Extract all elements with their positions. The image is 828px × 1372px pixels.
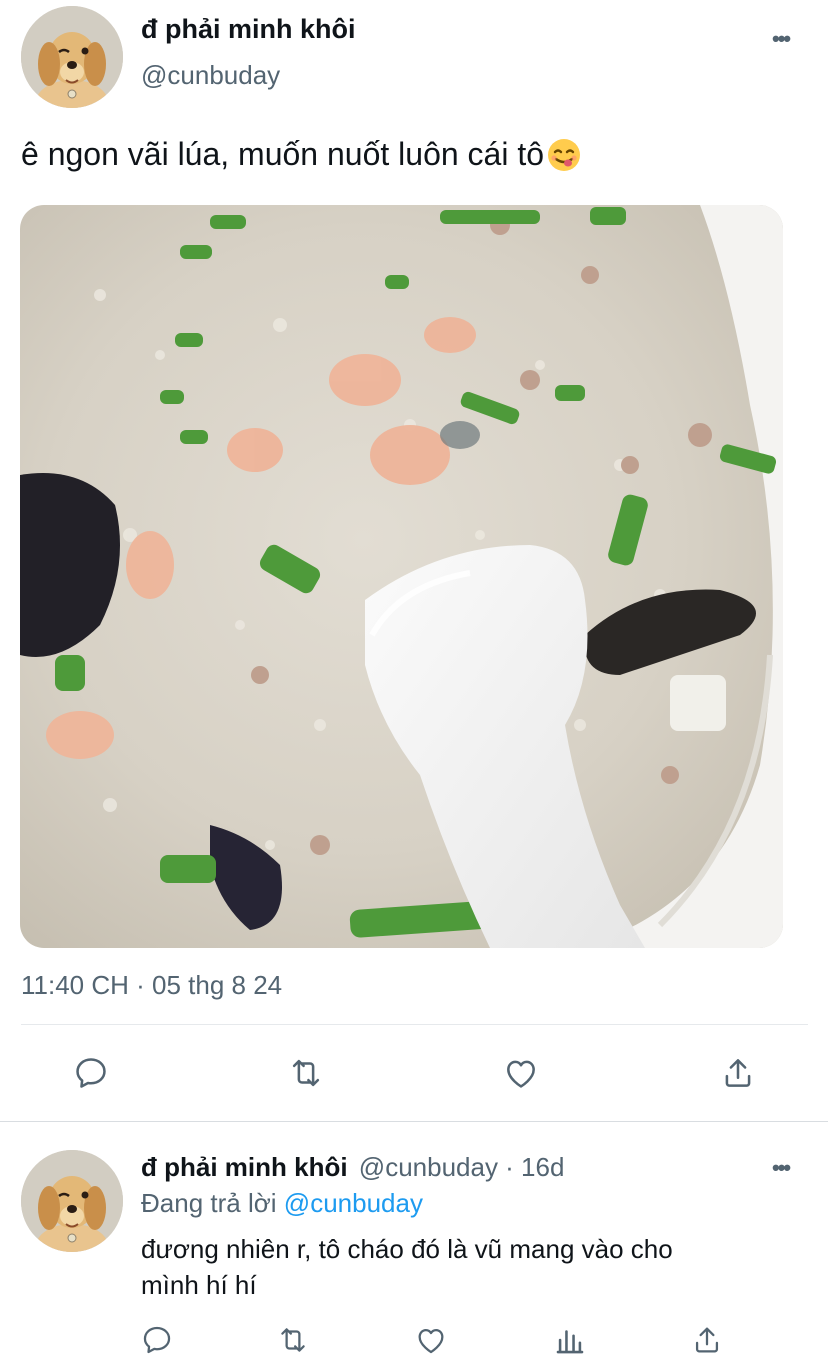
divider — [21, 1024, 808, 1025]
yum-face-emoji-icon — [546, 137, 582, 173]
reply-header: đ phải minh khôi @cunbuday · 16d — [141, 1152, 564, 1183]
timestamp[interactable]: 11:40 CH · 05 thg 8 24 — [21, 970, 282, 1001]
handle[interactable]: @cunbuday — [141, 60, 280, 91]
divider — [0, 1121, 828, 1122]
retweet-button[interactable] — [284, 1052, 328, 1094]
replying-to-link[interactable]: @cunbuday — [284, 1188, 423, 1218]
reply-retweet-button[interactable] — [274, 1322, 312, 1358]
like-icon — [418, 1328, 444, 1354]
reply-reply-button[interactable] — [139, 1322, 175, 1358]
replying-prefix: Đang trả lời — [141, 1188, 277, 1218]
tweet-photo[interactable] — [20, 205, 783, 948]
reply-text-line-1: đương nhiên r, tô cháo đó là vũ mang vào… — [141, 1234, 673, 1264]
reply-icon — [76, 1058, 106, 1088]
reply-handle-time[interactable]: @cunbuday · 16d — [359, 1152, 565, 1182]
reply-more-options-icon[interactable]: ••• — [772, 1155, 791, 1181]
like-icon — [507, 1060, 535, 1088]
like-button[interactable] — [500, 1052, 542, 1094]
reply-share-button[interactable] — [689, 1322, 725, 1358]
reply-avatar[interactable] — [21, 1150, 123, 1252]
share-icon — [695, 1327, 719, 1353]
reply-display-name[interactable]: đ phải minh khôi — [141, 1152, 348, 1182]
share-button[interactable] — [717, 1052, 759, 1094]
more-options-icon[interactable]: ••• — [772, 26, 791, 52]
tweet-text-row: ê ngon vãi lúa, muốn nuốt luôn cái tô — [21, 136, 582, 173]
reply-icon — [143, 1326, 171, 1354]
reply-text-line-2: mình hí hí — [141, 1270, 257, 1300]
tweet-text: ê ngon vãi lúa, muốn nuốt luôn cái tô — [21, 136, 545, 172]
reply-analytics-button[interactable] — [552, 1322, 588, 1358]
retweet-icon — [281, 1328, 305, 1352]
reply-button[interactable] — [70, 1052, 112, 1094]
share-icon — [725, 1059, 751, 1087]
avatar[interactable] — [21, 6, 123, 108]
replying-to: Đang trả lời @cunbuday — [141, 1188, 423, 1219]
analytics-icon — [556, 1330, 584, 1354]
reply-like-button[interactable] — [413, 1322, 449, 1358]
retweet-icon — [292, 1059, 320, 1087]
display-name[interactable]: đ phải minh khôi — [141, 14, 356, 45]
